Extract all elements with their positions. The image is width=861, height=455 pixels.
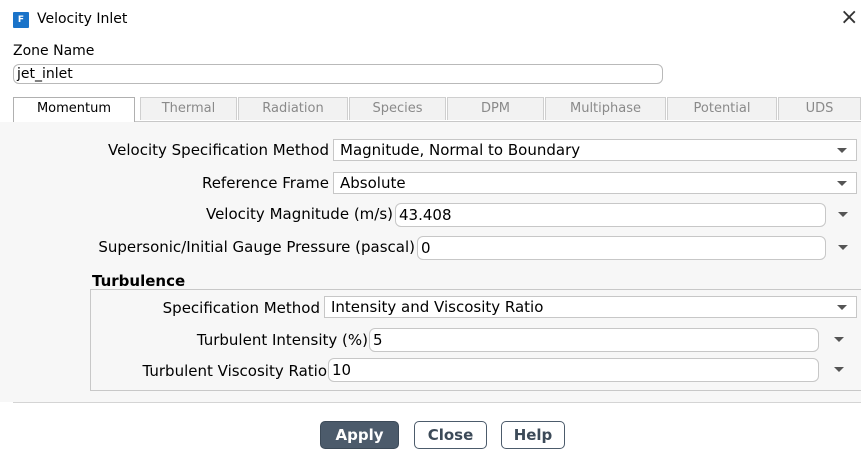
apply-button[interactable]: Apply: [320, 421, 399, 449]
chevron-down-icon: [837, 305, 847, 310]
chevron-down-icon: [837, 181, 847, 186]
tab-thermal[interactable]: Thermal: [140, 97, 237, 120]
velocity-method-label: Velocity Specification Method: [108, 141, 329, 159]
velocity-magnitude-label: Velocity Magnitude (m/s): [205, 205, 393, 223]
gauge-pressure-label: Supersonic/Initial Gauge Pressure (pasca…: [98, 238, 415, 256]
chevron-down-icon[interactable]: [838, 212, 848, 217]
reference-frame-label: Reference Frame: [201, 174, 329, 192]
reference-frame-dropdown[interactable]: Absolute: [333, 172, 857, 194]
tab-radiation[interactable]: Radiation: [238, 97, 348, 120]
tab-momentum[interactable]: Momentum: [13, 97, 135, 122]
velocity-magnitude-input[interactable]: 43.408: [395, 203, 826, 227]
zone-name-input[interactable]: jet_inlet: [13, 64, 663, 84]
chevron-down-icon[interactable]: [838, 245, 848, 250]
turbulent-viscosity-ratio-input[interactable]: 10: [328, 358, 819, 382]
gauge-pressure-input[interactable]: 0: [417, 236, 826, 260]
close-button[interactable]: Close: [414, 421, 487, 449]
reference-frame-value: Absolute: [340, 174, 406, 192]
turbulent-viscosity-ratio-label: Turbulent Viscosity Ratio: [142, 362, 328, 380]
turbulence-spec-method-dropdown[interactable]: Intensity and Viscosity Ratio: [324, 296, 857, 318]
turbulent-intensity-label: Turbulent Intensity (%): [196, 331, 368, 349]
turbulent-intensity-input[interactable]: 5: [369, 328, 819, 352]
velocity-method-value: Magnitude, Normal to Boundary: [340, 141, 581, 159]
tab-bar: Momentum Thermal Radiation Species DPM M…: [13, 97, 861, 122]
chevron-down-icon: [837, 148, 847, 153]
tab-uds[interactable]: UDS: [778, 97, 861, 120]
window-title: Velocity Inlet: [37, 11, 128, 27]
help-button[interactable]: Help: [501, 421, 565, 449]
tab-multiphase[interactable]: Multiphase: [545, 97, 666, 120]
zone-name-label: Zone Name: [13, 43, 95, 59]
chevron-down-icon[interactable]: [834, 337, 844, 342]
velocity-method-dropdown[interactable]: Magnitude, Normal to Boundary: [333, 139, 857, 161]
chevron-down-icon[interactable]: [834, 367, 844, 372]
tab-dpm[interactable]: DPM: [447, 97, 544, 120]
footer-divider: [13, 402, 861, 403]
fluent-app-icon: F: [13, 12, 29, 28]
turbulence-spec-method-label: Specification Method: [162, 299, 320, 317]
turbulence-spec-method-value: Intensity and Viscosity Ratio: [331, 298, 544, 316]
title-bar: F Velocity Inlet ×: [0, 0, 861, 40]
tab-species[interactable]: Species: [349, 97, 446, 120]
close-icon[interactable]: ×: [840, 5, 858, 30]
turbulence-section-title: Turbulence: [92, 272, 186, 290]
tab-potential[interactable]: Potential: [667, 97, 777, 120]
